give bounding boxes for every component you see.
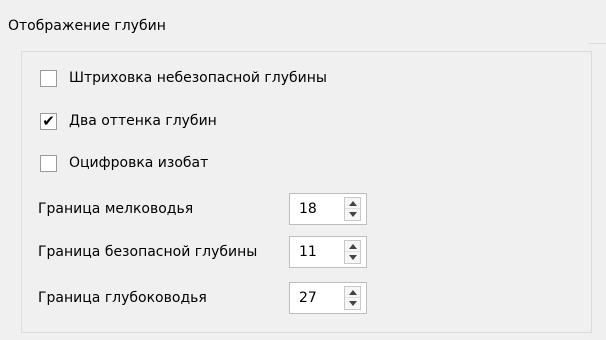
shallow-boundary-value[interactable]: 18: [299, 201, 317, 217]
isobath-labels-label[interactable]: Оцифровка изобат: [69, 155, 208, 171]
unsafe-depth-hatching-label[interactable]: Штриховка небезопасной глубины: [69, 70, 327, 86]
unsafe-depth-hatching-checkbox[interactable]: [40, 70, 57, 87]
two-depth-shades-checkbox[interactable]: ✔: [40, 113, 57, 130]
deep-water-boundary-spin-buttons: [344, 286, 361, 310]
arrow-down-icon: [348, 255, 357, 260]
shallow-boundary-row: Граница мелководья 18: [0, 193, 606, 225]
safe-depth-boundary-label: Граница безопасной глубины: [38, 244, 258, 260]
isobath-labels-row: Оцифровка изобат: [0, 150, 606, 178]
shallow-boundary-spin-buttons: [344, 197, 361, 221]
arrow-down-icon: [348, 212, 357, 217]
two-depth-shades-label[interactable]: Два оттенка глубин: [69, 113, 217, 129]
safe-depth-boundary-spin-buttons: [344, 240, 361, 264]
arrow-down-icon: [348, 301, 357, 306]
deep-water-boundary-value[interactable]: 27: [299, 290, 317, 306]
unsafe-depth-hatching-row: Штриховка небезопасной глубины: [0, 65, 606, 93]
depth-display-panel: Отображение глубин Штриховка небезопасно…: [0, 0, 606, 340]
deep-water-boundary-label: Граница глубоководья: [38, 290, 207, 306]
shallow-boundary-increment-button[interactable]: [345, 198, 360, 209]
safe-depth-boundary-spinbox[interactable]: 11: [289, 236, 367, 268]
two-depth-shades-row: ✔ Два оттенка глубин: [0, 108, 606, 136]
shallow-boundary-label: Граница мелководья: [38, 201, 194, 217]
isobath-labels-checkbox[interactable]: [40, 155, 57, 172]
group-title-divider: [588, 43, 606, 44]
deep-water-boundary-increment-button[interactable]: [345, 287, 360, 298]
arrow-up-icon: [348, 289, 357, 295]
group-title: Отображение глубин: [8, 18, 166, 34]
arrow-up-icon: [348, 200, 357, 206]
deep-water-boundary-decrement-button[interactable]: [345, 298, 360, 309]
arrow-up-icon: [348, 243, 357, 249]
shallow-boundary-spinbox[interactable]: 18: [289, 193, 367, 225]
safe-depth-boundary-row: Граница безопасной глубины 11: [0, 236, 606, 268]
safe-depth-boundary-value[interactable]: 11: [299, 244, 317, 260]
deep-water-boundary-row: Граница глубоководья 27: [0, 282, 606, 314]
safe-depth-boundary-decrement-button[interactable]: [345, 252, 360, 263]
safe-depth-boundary-increment-button[interactable]: [345, 241, 360, 252]
shallow-boundary-decrement-button[interactable]: [345, 209, 360, 220]
deep-water-boundary-spinbox[interactable]: 27: [289, 282, 367, 314]
